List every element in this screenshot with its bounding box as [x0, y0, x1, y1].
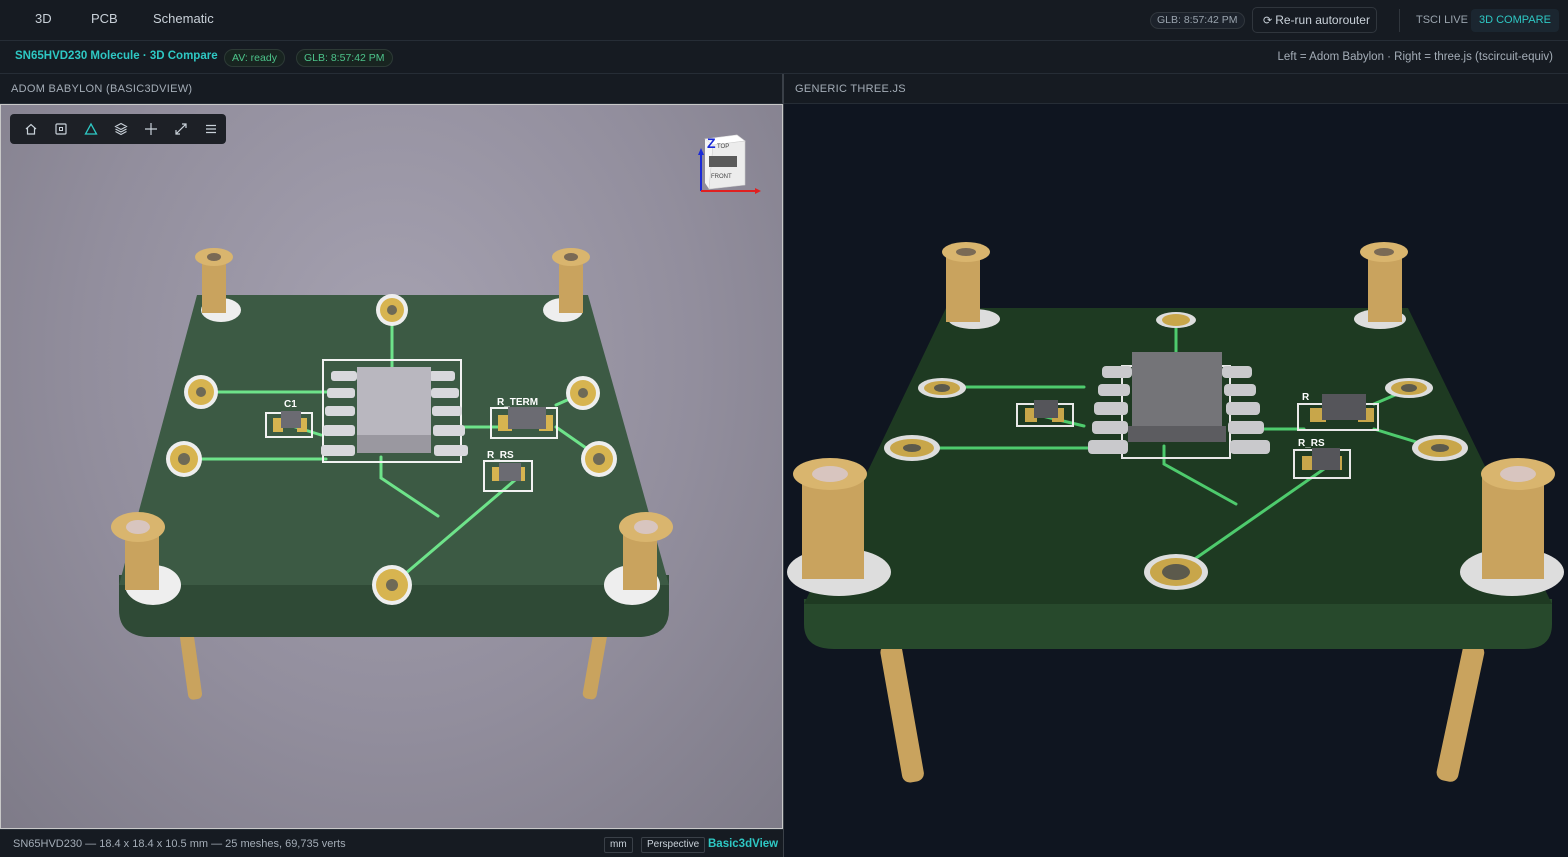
babylon-viewport[interactable]: C1 R_TERM R_RS Z TOP FRONT: [0, 104, 783, 829]
unit-toggle[interactable]: mm: [604, 837, 633, 853]
viewer-brand: Basic3dView: [708, 838, 779, 850]
mode-tsci-live-button[interactable]: TSCI LIVE: [1408, 9, 1476, 32]
pcb-3d-render-left: C1 R_TERM R_RS: [111, 248, 673, 700]
glb-status-badge: GLB: 8:57:42 PM: [296, 49, 393, 67]
top-bar: 3D PCB Schematic GLB: 8:57:42 PM ⟳ Re-run…: [0, 0, 1568, 41]
pcb-3d-render-right: R R_RS: [787, 242, 1564, 783]
viewer-status-bar: SN65HVD230 — 18.4 x 18.4 x 10.5 mm — 25 …: [0, 829, 783, 857]
orientation-cube[interactable]: Z TOP FRONT: [693, 133, 765, 195]
compare-legend-note: Left = Adom Babylon · Right = three.js (…: [1277, 51, 1553, 63]
rerun-autorouter-button[interactable]: ⟳ Re-run autorouter: [1252, 7, 1377, 33]
home-icon[interactable]: [16, 114, 46, 144]
frame-icon[interactable]: [46, 114, 76, 144]
refresh-icon: ⟳: [1263, 15, 1273, 27]
layers-icon[interactable]: [106, 114, 136, 144]
threejs-viewport[interactable]: R R_RS: [784, 104, 1568, 857]
menu-icon[interactable]: [196, 114, 226, 144]
right-pane-title: GENERIC THREE.JS: [784, 74, 1568, 104]
expand-icon[interactable]: [166, 114, 196, 144]
move-icon[interactable]: [136, 114, 166, 144]
rerun-autorouter-label: Re-run autorouter: [1275, 13, 1370, 27]
viewer-toolbar: [10, 114, 226, 144]
label-c1: C1: [284, 399, 297, 410]
model-info-text: SN65HVD230 — 18.4 x 18.4 x 10.5 mm — 25 …: [13, 838, 346, 850]
label-r-term-right: R: [1302, 392, 1310, 403]
mode-3d-compare-button[interactable]: 3D COMPARE: [1471, 9, 1559, 32]
label-r-rs: R_RS: [487, 450, 514, 461]
tab-pcb[interactable]: PCB: [91, 11, 118, 26]
cube-front-label: FRONT: [711, 174, 732, 180]
glb-timestamp-badge: GLB: 8:57:42 PM: [1150, 12, 1245, 29]
ic-chip-left: [321, 359, 468, 463]
compare-subheader: SN65HVD230 Molecule · 3D Compare AV: rea…: [0, 41, 1568, 74]
left-pane-title: ADOM BABYLON (BASIC3DVIEW): [0, 74, 783, 104]
tab-schematic[interactable]: Schematic: [153, 11, 214, 26]
divider: [1399, 9, 1400, 32]
label-r-term: R_TERM: [497, 397, 538, 408]
av-status-badge: AV: ready: [224, 49, 285, 67]
tab-3d[interactable]: 3D: [35, 11, 52, 26]
page-title: SN65HVD230 Molecule · 3D Compare: [15, 50, 218, 62]
axis-z-label: Z: [707, 135, 716, 151]
triangle-icon[interactable]: [76, 114, 106, 144]
label-r-rs-right: R_RS: [1298, 438, 1325, 449]
projection-toggle[interactable]: Perspective: [641, 837, 706, 853]
cube-top-label: TOP: [717, 144, 729, 150]
